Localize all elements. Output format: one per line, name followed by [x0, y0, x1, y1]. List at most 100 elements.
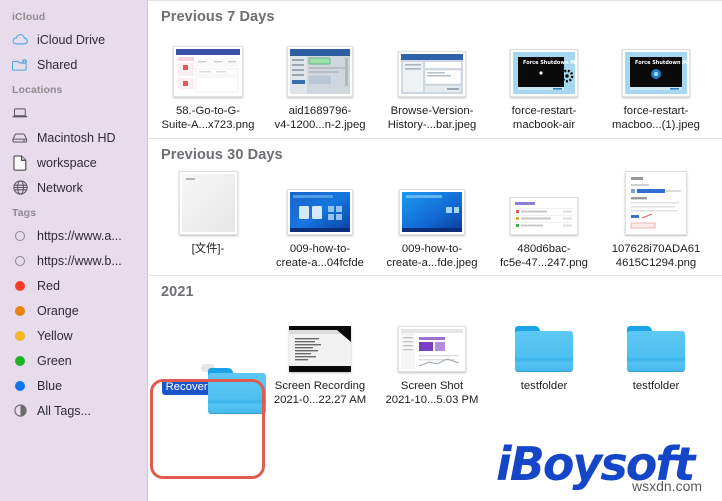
file-item[interactable]: 009-how-to- create-a...fde.jpeg [376, 163, 488, 270]
file-item[interactable]: Screen Recording 2021-0...22.27 AM [264, 300, 376, 407]
tag-dot-icon [12, 303, 28, 319]
file-row-previous-30-days: [文件]- 009-how-to- create-a...04fcfde 009… [148, 163, 722, 270]
sidebar-item-label: iCloud Drive [37, 32, 106, 47]
screen-recording-thumb [289, 326, 351, 372]
file-name-label: aid1689796- v4-1200...n-2.jpeg [274, 105, 366, 131]
screen-shot-thumb [398, 326, 466, 372]
sidebar-item-label: https://www.b... [37, 253, 122, 268]
file-thumbnail [382, 173, 482, 235]
sidebar-item-label: Green [37, 353, 72, 368]
sidebar-item-network[interactable]: Network [0, 175, 147, 200]
tag-color-swatch [15, 330, 25, 341]
file-thumbnail [270, 35, 370, 97]
file-item-recovered-items[interactable]: Recovered items [152, 300, 266, 414]
file-thumbnail [494, 173, 594, 235]
sidebar-item-icloud-drive[interactable]: iCloud Drive [0, 27, 147, 52]
sidebar-item-label: Yellow [37, 328, 73, 343]
sidebar-item-label: Shared [37, 57, 78, 72]
sidebar-item-label: Macintosh HD [37, 130, 116, 145]
svg-text:Force Shutdown Mac: Force Shutdown Mac [523, 60, 575, 66]
file-item[interactable]: Browse-Version- History-...bar.jpeg [376, 25, 488, 132]
macbook-dark-gear-thumb: Force Shutdown Mac [510, 49, 578, 97]
sidebar-item-laptop[interactable] [0, 100, 147, 125]
file-thumbnail [692, 35, 722, 97]
file-thumbnail [158, 310, 266, 414]
file-item[interactable]: testfolder [488, 300, 600, 407]
file-item[interactable]: [文件]- [152, 163, 264, 270]
screenshot-window-thumb [398, 51, 466, 97]
file-item[interactable]: 480d6bac- fc5e-47...247.png [488, 163, 600, 270]
sidebar-item-tag-orange[interactable]: Orange [0, 298, 147, 323]
file-item[interactable]: Force Shutdown Mac force-restart- macboo… [488, 25, 600, 132]
sidebar-item-label: Blue [37, 378, 63, 393]
folder-icon [515, 326, 573, 372]
tag-color-swatch [15, 305, 25, 316]
file-name-label: testfolder [632, 380, 680, 392]
sidebar-item-shared[interactable]: Shared [0, 52, 147, 77]
sidebar-section-header-icloud: iCloud [12, 11, 46, 23]
sidebar-item-all-tags[interactable]: All Tags... [0, 398, 147, 423]
file-thumbnail [494, 310, 594, 372]
storage-panel-thumb [625, 171, 687, 235]
tag-color-swatch [15, 380, 25, 391]
sidebar-item-workspace[interactable]: workspace [0, 150, 147, 175]
file-name-label: 58.-Go-to-G- Suite-A...x723.png [161, 105, 255, 131]
file-thumbnail [692, 173, 722, 235]
tag-color-swatch [15, 280, 25, 291]
folder-icon [627, 326, 685, 372]
sidebar-section-header-tags: Tags [12, 207, 37, 219]
tag-dot-icon [12, 328, 28, 344]
macbook-dark-circle-thumb: Force Shutdown Mac [622, 49, 690, 97]
file-item[interactable]: 009-how-to- create-a...04fcfde [264, 163, 376, 270]
sidebar-item-tag-red[interactable]: Red [0, 273, 147, 298]
file-name-label: 009-how-to- create-a...04fcfde [276, 243, 364, 269]
blank-doc-thumb [178, 171, 238, 235]
shared-folder-icon [12, 57, 28, 73]
tag-dot-icon [12, 353, 28, 369]
sidebar-item-label: Network [37, 180, 83, 195]
sidebar-item-tag-b[interactable]: https://www.b... [0, 248, 147, 273]
sidebar-item-tag-green[interactable]: Green [0, 348, 147, 373]
file-row-2021: Recovered items [148, 300, 722, 414]
file-item[interactable]: 58.-Go-to-G- Suite-A...x723.png [152, 25, 264, 132]
file-name-label: 480d6bac- fc5e-47...247.png [500, 243, 588, 269]
section-title-2021: 2021 [161, 284, 194, 300]
file-name-label: Screen Shot 2021-10...5.03 PM [385, 380, 479, 406]
finder-content-area[interactable]: Previous 7 Days 58.-Go-to-G- Suite-A...x… [148, 0, 722, 501]
document-icon [12, 154, 28, 171]
file-item[interactable]: aid1689796- v4-1200...n-2.jpeg [264, 25, 376, 132]
file-name-label: Screen Recording 2021-0...22.27 AM [273, 380, 367, 406]
file-item-partial[interactable]: n [712, 25, 722, 132]
sidebar-section-header-locations: Locations [12, 84, 63, 96]
section-title-previous-30-days: Previous 30 Days [161, 147, 283, 163]
file-thumbnail [158, 35, 258, 97]
file-thumbnail [158, 171, 258, 235]
file-name-label: n [688, 104, 722, 118]
sidebar-item-tag-yellow[interactable]: Yellow [0, 323, 147, 348]
sidebar-item-tag-a[interactable]: https://www.a... [0, 223, 147, 248]
laptop-icon [12, 105, 28, 121]
file-thumbnail: Force Shutdown Mac [494, 35, 594, 97]
file-thumbnail [606, 171, 706, 235]
tag-dot-icon [12, 378, 28, 394]
sidebar-item-macintosh-hd[interactable]: Macintosh HD [0, 125, 147, 150]
file-item[interactable]: Screen Shot 2021-10...5.03 PM [376, 300, 488, 407]
section-title-previous-7-days: Previous 7 Days [161, 9, 275, 25]
sidebar-item-tag-blue[interactable]: Blue [0, 373, 147, 398]
finder-sidebar: iCloud iCloud Drive Shared Locations Mac… [0, 0, 148, 501]
selection-background [201, 364, 266, 414]
windows-desktop-plain-thumb [399, 189, 465, 235]
all-tags-icon [12, 403, 28, 419]
windows-desktop-icons-thumb [287, 189, 353, 235]
screenshot-light-thumb [173, 46, 243, 97]
file-name-label: Browse-Version- History-...bar.jpeg [387, 105, 477, 131]
file-name-label: force-restart- macbook-air [511, 105, 577, 131]
list-ui-thumb [510, 197, 578, 235]
screenshot-blue-ui-thumb [287, 46, 353, 97]
file-item[interactable]: testfolder [600, 300, 712, 407]
file-item-partial[interactable]: a [712, 163, 722, 270]
finder-window: iCloud iCloud Drive Shared Locations Mac… [0, 0, 722, 501]
svg-text:Force Shutdown Mac: Force Shutdown Mac [635, 60, 687, 66]
sidebar-item-label: Orange [37, 303, 79, 318]
sidebar-item-label: workspace [37, 155, 97, 170]
